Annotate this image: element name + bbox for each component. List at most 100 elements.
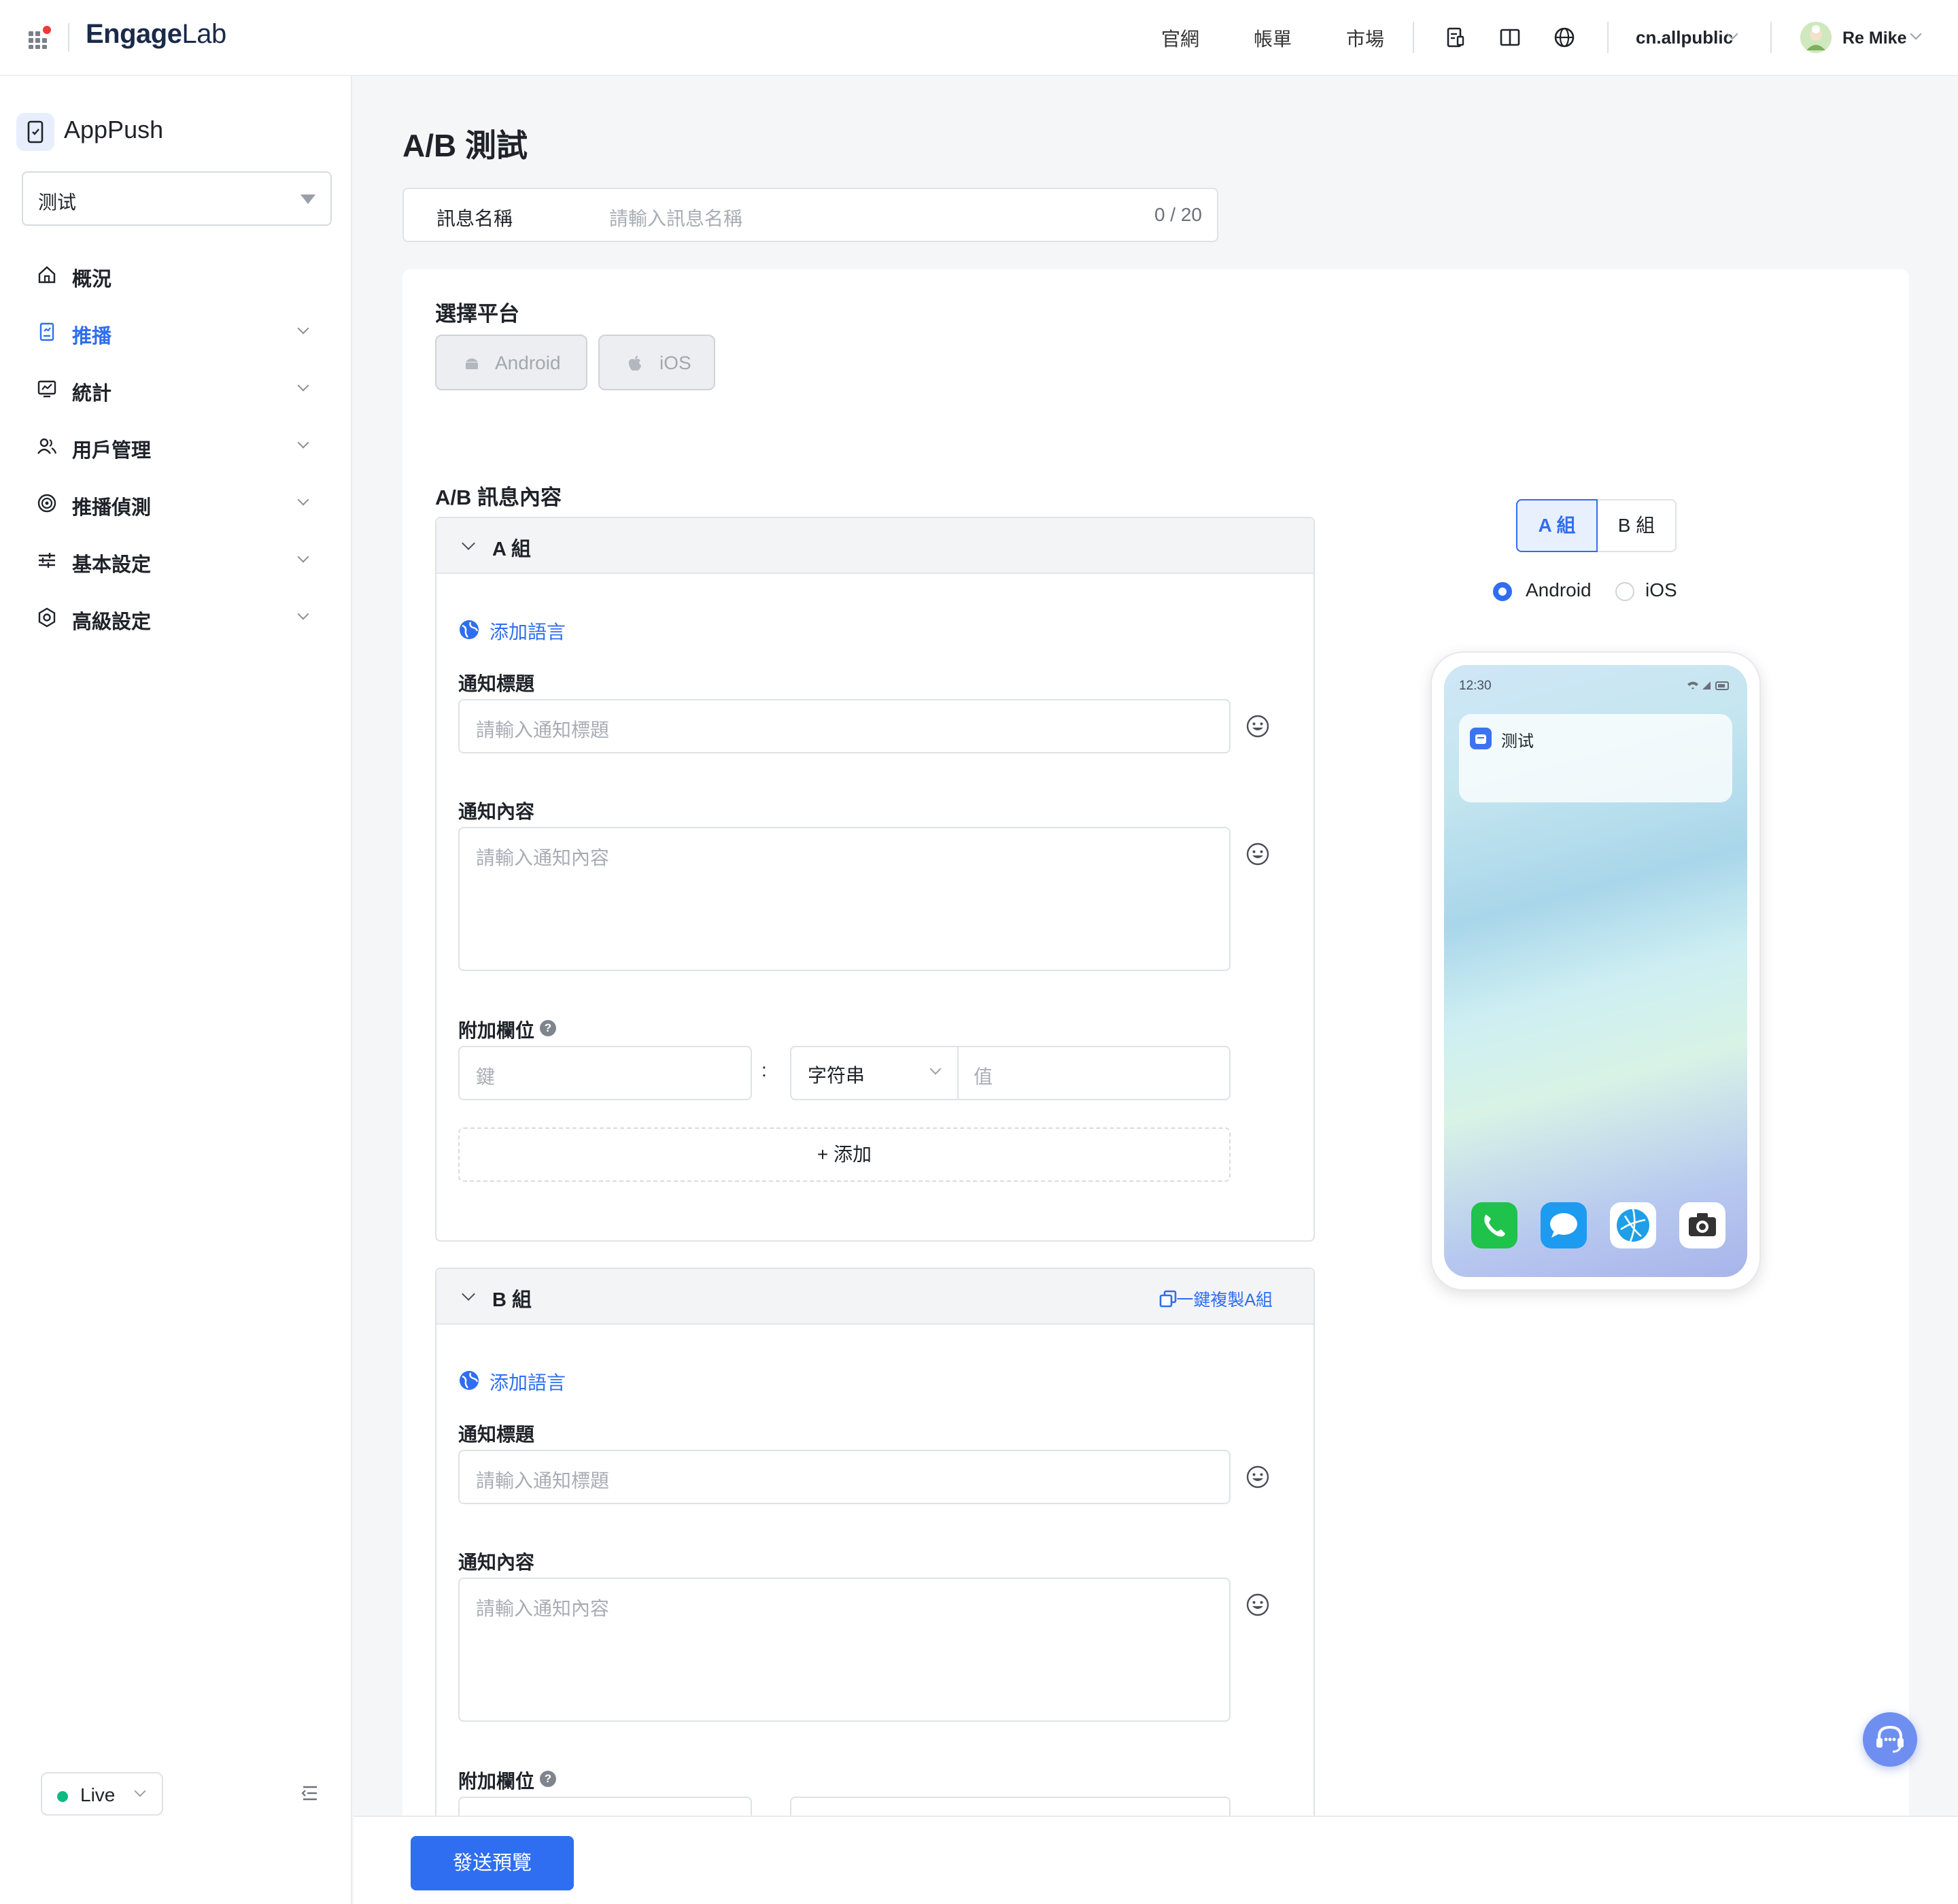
account-env-selector[interactable]: cn.allpublic <box>1636 27 1733 48</box>
document-icon[interactable] <box>1444 26 1467 49</box>
extra-value-group: 字符串 值 <box>790 1046 1231 1100</box>
chevron-down-icon <box>297 608 309 620</box>
sidebar: AppPush 测试 概況 推播 統計 用戶管理 推播偵測 基本設定 高級設定 <box>0 76 352 1904</box>
message-name-input[interactable]: 請輸入訊息名稱 <box>609 204 742 231</box>
messages-icon <box>1541 1202 1587 1248</box>
settings-icon <box>38 607 56 628</box>
group-b-title: B 組 <box>492 1289 532 1311</box>
ios-platform-button[interactable]: iOS <box>598 335 715 390</box>
logo-main: Engage <box>86 19 182 49</box>
preview-tab-a[interactable]: A 組 <box>1516 499 1598 552</box>
phone-call-icon <box>1471 1202 1517 1248</box>
book-icon[interactable] <box>1498 26 1522 49</box>
chevron-down-icon[interactable] <box>1910 28 1922 40</box>
ios-label: iOS <box>659 352 691 373</box>
collapse-sidebar-icon[interactable] <box>299 1783 320 1803</box>
notification-title-label: 通知標題 <box>458 673 535 694</box>
chevron-down-icon <box>297 551 309 563</box>
chevron-down-icon[interactable] <box>929 1063 942 1075</box>
group-a-panel: A 組 添加語言 通知標題 請輸入通知標題 通知內容 請輸入通知內容 附加欄位 … <box>435 517 1315 1242</box>
extra-key-input[interactable]: 鍵 <box>458 1046 752 1100</box>
caret-down-icon <box>300 194 315 204</box>
android-platform-button[interactable]: Android <box>435 335 587 390</box>
header-divider <box>1770 22 1772 53</box>
emoji-icon[interactable] <box>1246 714 1270 738</box>
header-divider <box>1413 22 1414 53</box>
ab-content-title: A/B 訊息內容 <box>435 486 562 509</box>
support-chat-button[interactable] <box>1863 1712 1917 1767</box>
logo-lab: Lab <box>182 19 226 49</box>
sidebar-item-label: 統計 <box>72 383 112 405</box>
globe-icon[interactable] <box>1553 26 1576 49</box>
copy-group-a-button[interactable]: 一鍵複製A組 <box>1176 1287 1273 1311</box>
value-type-select[interactable]: 字符串 <box>808 1061 865 1088</box>
notification-content-label: 通知內容 <box>458 801 535 822</box>
emoji-icon[interactable] <box>1246 842 1270 866</box>
chevron-down-icon[interactable] <box>462 537 475 550</box>
app-select[interactable]: 测试 <box>22 171 332 226</box>
sidebar-item-label: 概況 <box>72 269 112 290</box>
android-icon <box>466 358 478 369</box>
extra-value-input[interactable]: 值 <box>974 1062 993 1089</box>
ios-radio[interactable] <box>1615 582 1634 601</box>
sidebar-item-user-management[interactable]: 用戶管理 <box>0 422 351 470</box>
sidebar-item-label: 推播偵測 <box>72 497 152 519</box>
user-avatar[interactable] <box>1800 22 1832 53</box>
sidebar-item-statistics[interactable]: 統計 <box>0 365 351 413</box>
sidebar-item-push[interactable]: 推播 <box>0 308 351 356</box>
nav-official-site[interactable]: 官網 <box>1161 24 1199 52</box>
extra-fields-label: 附加欄位 <box>458 1771 535 1792</box>
notification-title-input[interactable]: 請輸入通知標題 <box>458 1450 1231 1504</box>
phone-time: 12:30 <box>1459 679 1492 693</box>
app-badge <box>16 113 54 151</box>
nav-market[interactable]: 市場 <box>1346 24 1384 52</box>
group-a-header[interactable]: A 組 <box>436 518 1313 574</box>
preview-tab-b[interactable]: B 組 <box>1596 499 1677 552</box>
sidebar-item-advanced-settings[interactable]: 高級設定 <box>0 594 351 641</box>
message-name-field[interactable]: 訊息名稱 請輸入訊息名稱 0 / 20 <box>402 188 1218 242</box>
globe-icon[interactable] <box>458 1370 480 1391</box>
notification-title-input[interactable]: 請輸入通知標題 <box>458 699 1231 753</box>
send-preview-button[interactable]: 發送預覽 <box>411 1836 574 1890</box>
help-icon[interactable]: ? <box>540 1020 556 1036</box>
ios-radio-label[interactable]: iOS <box>1645 579 1677 601</box>
emoji-icon[interactable] <box>1246 1593 1270 1617</box>
add-language-link[interactable]: 添加語言 <box>490 617 566 645</box>
add-language-link[interactable]: 添加語言 <box>490 1368 566 1395</box>
chevron-down-icon[interactable] <box>462 1287 475 1301</box>
logo-divider <box>68 23 69 52</box>
help-icon[interactable]: ? <box>540 1771 556 1787</box>
notification-content-input[interactable]: 請輸入通知內容 <box>458 1578 1231 1722</box>
sidebar-item-basic-settings[interactable]: 基本設定 <box>0 537 351 584</box>
engagelab-logo[interactable]: EngageLab <box>86 19 226 50</box>
group-b-header[interactable]: B 組 一鍵複製A組 <box>436 1269 1313 1325</box>
divider <box>957 1047 959 1099</box>
emoji-icon[interactable] <box>1246 1465 1270 1489</box>
android-radio-label[interactable]: Android <box>1526 579 1592 601</box>
apps-grid-icon[interactable] <box>29 26 52 49</box>
notification-content-input[interactable]: 請輸入通知內容 <box>458 827 1231 971</box>
android-radio[interactable] <box>1493 582 1512 601</box>
globe-icon[interactable] <box>458 619 480 641</box>
copy-icon[interactable] <box>1158 1289 1178 1308</box>
sidebar-item-label: 用戶管理 <box>72 440 152 462</box>
input-placeholder: 鍵 <box>476 1066 496 1087</box>
app-title: AppPush <box>64 116 164 143</box>
app-select-value: 测试 <box>38 192 77 213</box>
sidebar-item-overview[interactable]: 概況 <box>0 251 351 299</box>
phone-preview: 12:30 测试 <box>1430 651 1761 1291</box>
sidebar-item-label: 基本設定 <box>72 554 152 576</box>
user-name[interactable]: Re Mike <box>1842 29 1906 48</box>
android-label: Android <box>495 352 561 373</box>
extra-fields-label: 附加欄位 <box>458 1020 535 1041</box>
top-header: EngageLab 官網 帳單 市場 cn.allpublic Re Mike <box>0 0 1958 76</box>
chevron-down-icon <box>297 322 309 335</box>
environment-selector[interactable]: Live <box>41 1772 163 1816</box>
nav-billing[interactable]: 帳單 <box>1254 24 1292 52</box>
sidebar-item-push-detection[interactable]: 推播偵測 <box>0 479 351 527</box>
detect-icon <box>37 494 56 513</box>
input-placeholder: 請輸入通知標題 <box>476 1470 610 1491</box>
add-field-button[interactable]: + 添加 <box>458 1127 1231 1182</box>
notification-title-label: 通知標題 <box>458 1424 535 1445</box>
environment-label: Live <box>80 1784 116 1805</box>
